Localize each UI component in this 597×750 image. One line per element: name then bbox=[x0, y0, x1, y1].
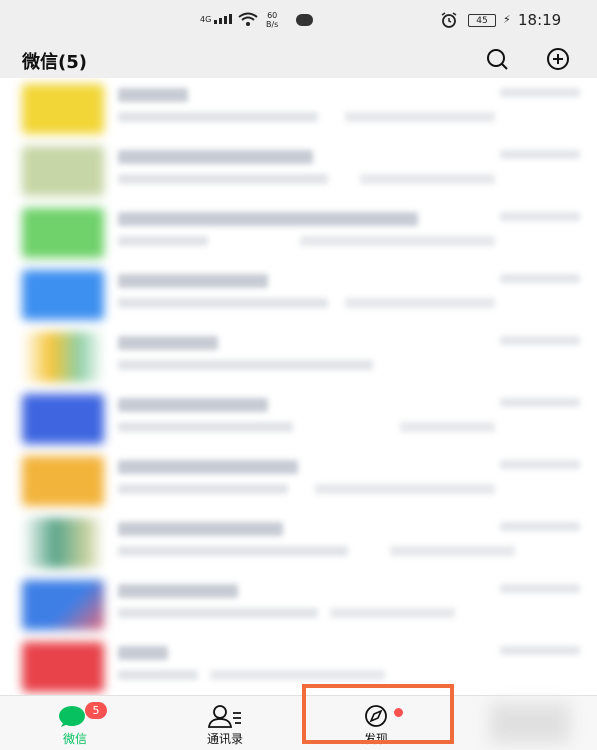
chat-preview bbox=[118, 174, 328, 184]
tab-chats[interactable]: 5 微信 bbox=[25, 696, 125, 750]
tab-label: 通讯录 bbox=[206, 732, 243, 746]
chat-name bbox=[118, 584, 238, 598]
chat-preview bbox=[118, 484, 288, 494]
chat-time bbox=[500, 88, 580, 97]
chat-row[interactable] bbox=[0, 388, 597, 450]
bottom-tab-bar: 5 微信 通讯录 发现 bbox=[0, 695, 597, 750]
contacts-icon bbox=[207, 705, 241, 728]
chat-time bbox=[500, 274, 580, 283]
avatar bbox=[22, 518, 104, 568]
avatar bbox=[22, 270, 104, 320]
chat-row[interactable] bbox=[0, 264, 597, 326]
avatar bbox=[22, 84, 104, 134]
chat-preview bbox=[118, 546, 348, 556]
chat-name bbox=[118, 336, 218, 350]
search-icon[interactable] bbox=[484, 47, 512, 71]
page-title: 微信(5) bbox=[22, 52, 87, 73]
avatar bbox=[22, 146, 104, 196]
chat-row[interactable] bbox=[0, 140, 597, 202]
chat-row[interactable] bbox=[0, 450, 597, 512]
message-notification-icon bbox=[296, 14, 313, 26]
battery-indicator: 45 bbox=[468, 14, 496, 27]
chat-name bbox=[118, 274, 268, 288]
chat-row[interactable] bbox=[0, 78, 597, 140]
chat-row[interactable] bbox=[0, 326, 597, 388]
chat-name bbox=[118, 150, 313, 164]
chat-preview bbox=[118, 112, 318, 122]
unread-badge: 5 bbox=[85, 702, 107, 719]
chat-preview bbox=[118, 422, 293, 432]
chat-preview bbox=[118, 670, 198, 680]
chat-time bbox=[500, 646, 580, 655]
chat-name bbox=[118, 460, 298, 474]
chat-time bbox=[500, 336, 580, 345]
chat-row[interactable] bbox=[0, 636, 597, 695]
clock: 18:19 bbox=[518, 11, 562, 29]
chat-time bbox=[500, 460, 580, 469]
chat-time bbox=[500, 398, 580, 407]
tab-label: 微信 bbox=[62, 732, 87, 746]
chat-preview bbox=[118, 608, 318, 618]
chat-row[interactable] bbox=[0, 512, 597, 574]
avatar bbox=[22, 642, 104, 692]
avatar bbox=[22, 332, 104, 382]
chat-preview bbox=[118, 236, 208, 246]
tab-me[interactable] bbox=[490, 703, 570, 743]
chat-name bbox=[118, 398, 268, 412]
chat-time bbox=[500, 212, 580, 221]
app-header: 微信(5) bbox=[0, 40, 597, 78]
chat-list bbox=[0, 78, 597, 695]
charging-icon: ⚡ bbox=[503, 13, 511, 26]
chat-preview bbox=[118, 360, 373, 370]
highlight-box bbox=[302, 684, 454, 744]
wifi-icon bbox=[238, 12, 258, 26]
tab-contacts[interactable]: 通讯录 bbox=[175, 696, 275, 750]
network-speed: 60 B/s bbox=[266, 11, 279, 29]
chat-time bbox=[500, 150, 580, 159]
chat-row[interactable] bbox=[0, 574, 597, 636]
avatar bbox=[22, 394, 104, 444]
alarm-icon bbox=[441, 12, 457, 28]
chat-name bbox=[118, 522, 283, 536]
chat-preview bbox=[118, 298, 328, 308]
status-bar: 4G 60 B/s 45 ⚡ 18:19 bbox=[0, 0, 597, 40]
chat-name bbox=[118, 646, 168, 660]
avatar bbox=[22, 580, 104, 630]
chat-name bbox=[118, 88, 188, 102]
chat-name bbox=[118, 212, 418, 226]
avatar bbox=[22, 456, 104, 506]
chat-time bbox=[500, 584, 580, 593]
signal-icon: 4G bbox=[200, 14, 233, 24]
chat-time bbox=[500, 522, 580, 531]
plus-circle-icon[interactable] bbox=[543, 47, 573, 71]
avatar bbox=[22, 208, 104, 258]
chat-row[interactable] bbox=[0, 202, 597, 264]
